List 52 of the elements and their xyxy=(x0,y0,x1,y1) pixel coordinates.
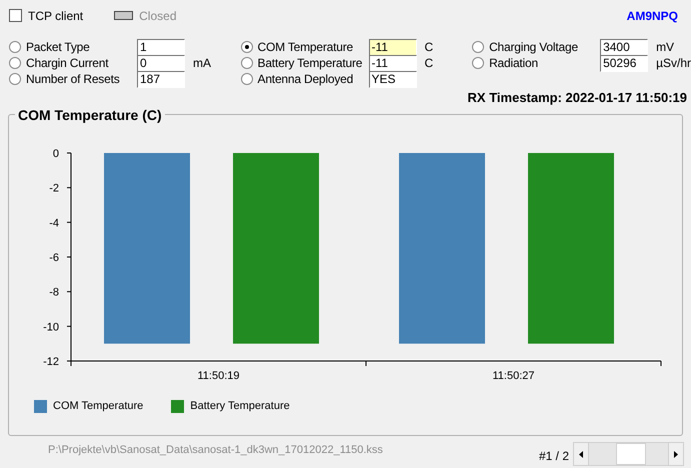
radio-label: Chargin Current xyxy=(26,55,110,72)
scroll-right-icon[interactable] xyxy=(668,443,683,465)
checkbox-label: TCP client xyxy=(28,8,84,24)
record-counter: #1 / 2 xyxy=(538,448,569,465)
file-path: P:\Projekte\vb\Sanosat_Data\sanosat-1_dk3wn_17012022_1150.kss xyxy=(48,443,383,458)
unit-label: C xyxy=(424,55,434,72)
radio-button[interactable] xyxy=(9,41,21,53)
value-field[interactable]: 187 xyxy=(137,70,185,88)
radio-label: Packet Type xyxy=(26,39,91,56)
radio-label: Radiation xyxy=(489,55,539,72)
radio-label: Antenna Deployed xyxy=(258,71,354,88)
y-tick-label: -6 xyxy=(49,252,59,264)
scroll-thumb[interactable] xyxy=(616,443,646,465)
y-tick-label: -12 xyxy=(43,356,59,368)
x-tick-label: 11:50:19 xyxy=(198,370,240,382)
radio-button[interactable] xyxy=(9,57,21,69)
legend-label: COM Temperature xyxy=(53,399,144,414)
x-tick-label: 11:50:27 xyxy=(492,370,534,382)
y-tick-label: 0 xyxy=(52,148,59,160)
value-field[interactable]: 50296 xyxy=(600,54,648,72)
radio-button[interactable] xyxy=(240,41,253,53)
radio-label: Charging Voltage xyxy=(489,39,579,56)
value-field[interactable]: 3400 xyxy=(600,38,648,56)
radio-button[interactable] xyxy=(472,57,484,69)
callsign: AM9NPQ xyxy=(626,8,678,24)
radio-label: COM Temperature xyxy=(258,39,354,56)
value-field[interactable]: -11 xyxy=(368,38,417,56)
y-tick-label: -8 xyxy=(49,286,59,299)
value-field[interactable]: 1 xyxy=(137,38,185,56)
value-field[interactable]: 0 xyxy=(137,54,185,72)
unit-label: µSv/hr xyxy=(656,55,691,72)
radio-label: Number of Resets xyxy=(26,71,121,88)
y-tick-label: -10 xyxy=(43,321,59,334)
checkbox[interactable] xyxy=(9,9,22,22)
rx-timestamp: RX Timestamp: 2022-01-17 11:50:19 xyxy=(468,89,687,108)
radio-label: Battery Temperature xyxy=(258,55,364,72)
unit-label: mV xyxy=(656,39,674,56)
scrollbar[interactable] xyxy=(573,442,684,466)
legend-label: Battery Temperature xyxy=(190,399,290,414)
y-tick-label: -4 xyxy=(49,217,59,230)
value-field[interactable]: YES xyxy=(368,70,417,88)
radio-button[interactable] xyxy=(240,57,253,69)
radio-button[interactable] xyxy=(240,73,253,85)
scroll-left-icon[interactable] xyxy=(574,443,589,465)
status-indicator-icon xyxy=(114,11,134,20)
unit-label: mA xyxy=(193,55,211,72)
connection-status: Closed xyxy=(139,8,176,24)
radio-button[interactable] xyxy=(9,73,21,85)
radio-button[interactable] xyxy=(472,41,484,53)
y-tick-label: -2 xyxy=(49,182,59,195)
unit-label: C xyxy=(424,39,434,56)
value-field[interactable]: -11 xyxy=(368,54,417,72)
